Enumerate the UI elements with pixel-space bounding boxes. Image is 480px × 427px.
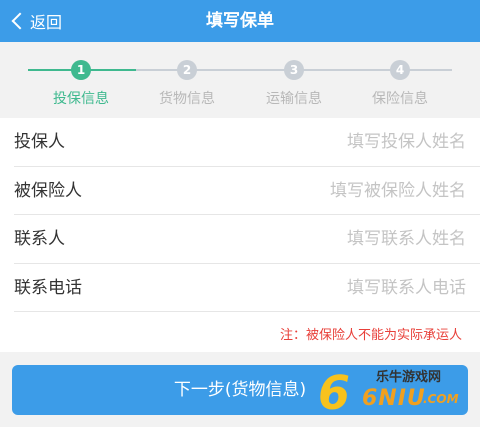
policyholder-label: 投保人 — [14, 132, 65, 152]
top-navbar: 返回 填写保单 — [0, 0, 480, 42]
note-row: 注：被保险人不能为实际承运人 — [0, 312, 480, 352]
policy-form: 投保人 被保险人 联系人 联系电话 注：被保险人不能为实际承运人 — [0, 118, 480, 352]
step-1-label: 投保信息 — [53, 91, 109, 107]
insured-name-input[interactable] — [206, 176, 466, 205]
watermark-logo-suffix: .COM — [423, 392, 459, 406]
site-watermark: 6 乐牛游戏网 6NIU .COM — [318, 356, 478, 422]
form-row-contact: 联系人 — [14, 215, 480, 264]
watermark-logo-icon: 6 — [318, 366, 351, 420]
step-1-circle: 1 — [71, 60, 91, 80]
step-3-label: 运输信息 — [266, 91, 322, 107]
policyholder-name-input[interactable] — [206, 128, 466, 156]
watermark-site-name: 乐牛游戏网 — [376, 370, 442, 385]
step-2-circle: 2 — [177, 60, 197, 80]
form-row-phone: 联系电话 — [14, 264, 480, 312]
contact-name-input[interactable] — [206, 225, 466, 253]
watermark-logo-text: 6NIU — [362, 386, 426, 411]
form-row-policyholder: 投保人 — [14, 118, 480, 167]
step-4-circle: 4 — [390, 60, 410, 80]
step-3-circle: 3 — [284, 60, 304, 80]
form-row-insured: 被保险人 — [14, 167, 480, 215]
step-4-label: 保险信息 — [372, 91, 428, 107]
progress-stepper: 1 2 3 4 投保信息 货物信息 运输信息 保险信息 — [0, 42, 480, 118]
contact-label: 联系人 — [14, 229, 65, 249]
insured-warning-note: 注：被保险人不能为实际承运人 — [279, 328, 462, 343]
insured-label: 被保险人 — [14, 180, 82, 201]
phone-label: 联系电话 — [14, 277, 82, 298]
step-2-label: 货物信息 — [159, 91, 215, 107]
page-title: 填写保单 — [206, 11, 274, 31]
contact-phone-input[interactable] — [206, 273, 466, 302]
